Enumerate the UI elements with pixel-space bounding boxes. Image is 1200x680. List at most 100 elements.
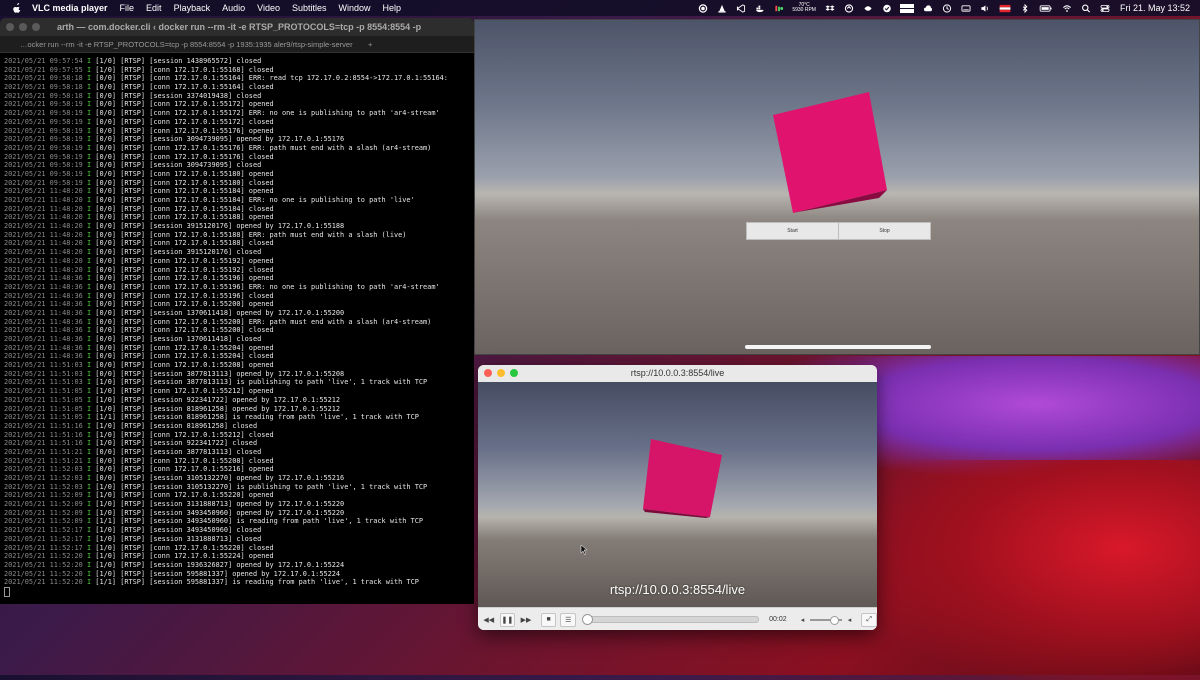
- pause-button[interactable]: ❚❚: [499, 612, 516, 627]
- log-line: 2021/05/21 11:51:16 I [1/0] [RTSP] [conn…: [4, 431, 474, 440]
- vscode-icon[interactable]: [736, 3, 746, 13]
- zoom-button[interactable]: [510, 369, 518, 377]
- volume-knob[interactable]: [829, 615, 839, 625]
- minimize-button[interactable]: [497, 369, 505, 377]
- time-machine-icon[interactable]: [942, 3, 952, 13]
- volume-max-icon[interactable]: ◂: [846, 614, 854, 626]
- vlc-titlebar[interactable]: rtsp://10.0.0.3:8554/live: [478, 365, 877, 383]
- menu-app-name[interactable]: VLC media player: [32, 3, 108, 13]
- vlc-cone-icon[interactable]: [717, 4, 727, 13]
- log-message: [0/0] [RTSP] [conn 172.17.0.1:55164] clo…: [95, 83, 274, 92]
- seek-knob[interactable]: [582, 614, 594, 625]
- log-message: [1/0] [RTSP] [session 595881337] opened …: [95, 569, 341, 578]
- log-level: I: [86, 91, 92, 100]
- log-message: [1/0] [RTSP] [session 3493450960] opened…: [95, 508, 345, 517]
- log-message: [0/0] [RTSP] [conn 172.17.0.1:55200] clo…: [95, 326, 274, 335]
- log-line: 2021/05/21 09:58:19 I [0/0] [RTSP] [sess…: [4, 135, 474, 144]
- log-message: [1/1] [RTSP] [session 595881337] is read…: [95, 578, 419, 587]
- sync-icon[interactable]: [844, 3, 854, 13]
- bluetooth-icon[interactable]: [1020, 3, 1030, 13]
- temperature-fan-readout[interactable]: 70°C 5930 RPM: [792, 3, 816, 13]
- log-line: 2021/05/21 11:51:03 I [1/0] [RTSP] [sess…: [4, 378, 474, 387]
- game-view-window[interactable]: Start Stop: [474, 19, 1200, 355]
- log-line: 2021/05/21 11:48:20 I [0/0] [RTSP] [sess…: [4, 222, 474, 231]
- stop-button[interactable]: Stop: [838, 222, 931, 240]
- log-timestamp: 2021/05/21 11:48:36: [4, 308, 83, 317]
- log-level: I: [86, 578, 92, 587]
- fullscreen-button[interactable]: ⤢: [861, 612, 877, 627]
- menu-edit[interactable]: Edit: [146, 3, 162, 13]
- menu-audio[interactable]: Audio: [222, 3, 245, 13]
- log-level: I: [86, 57, 92, 65]
- log-line: 2021/05/21 11:48:20 I [0/0] [RTSP] [conn…: [4, 257, 474, 266]
- log-message: [0/0] [RTSP] [session 3915120176] opened…: [95, 222, 345, 231]
- stop-button[interactable]: ■: [540, 612, 557, 627]
- wifi-icon[interactable]: [1062, 4, 1072, 13]
- log-message: [0/0] [RTSP] [conn 172.17.0.1:55204] clo…: [95, 352, 274, 361]
- menubar-clock[interactable]: Fri 21. May 13:52: [1120, 3, 1190, 13]
- log-timestamp: 2021/05/21 11:48:36: [4, 282, 83, 291]
- menu-subtitles[interactable]: Subtitles: [292, 3, 327, 13]
- minimize-button[interactable]: [19, 23, 27, 31]
- battery-meter-icon[interactable]: [774, 4, 784, 13]
- video-cube-front-face: [643, 439, 722, 517]
- mute-icon[interactable]: ◂: [799, 614, 807, 626]
- volume-slider[interactable]: [810, 615, 842, 625]
- log-line: 2021/05/21 09:58:19 I [0/0] [RTSP] [conn…: [4, 100, 474, 109]
- control-center-icon[interactable]: [1100, 4, 1110, 13]
- network-icon[interactable]: [863, 4, 873, 13]
- log-message: [1/0] [RTSP] [session 3105132270] is pub…: [95, 482, 428, 491]
- fast-forward-icon[interactable]: ▶▶: [519, 614, 533, 626]
- log-timestamp: 2021/05/21 11:51:16: [4, 439, 83, 448]
- log-timestamp: 2021/05/21 11:51:16: [4, 421, 83, 430]
- log-line: 2021/05/21 09:58:19 I [0/0] [RTSP] [conn…: [4, 118, 474, 127]
- new-tab-button[interactable]: +: [368, 40, 372, 49]
- video-area[interactable]: rtsp://10.0.0.3:8554/live: [478, 382, 877, 607]
- rewind-icon[interactable]: ◀◀: [482, 614, 496, 626]
- close-button[interactable]: [484, 369, 492, 377]
- log-timestamp: 2021/05/21 11:52:03: [4, 474, 83, 482]
- log-message: [0/0] [RTSP] [session 3094739095] closed: [95, 161, 262, 170]
- log-message: [0/0] [RTSP] [conn 172.17.0.1:55184] clo…: [95, 204, 274, 213]
- log-level: I: [86, 274, 92, 283]
- log-level: I: [86, 300, 92, 309]
- docker-icon[interactable]: [755, 4, 765, 13]
- zoom-button[interactable]: [32, 23, 40, 31]
- menu-video[interactable]: Video: [257, 3, 280, 13]
- volume-icon[interactable]: [980, 4, 990, 13]
- spotlight-search-icon[interactable]: [1081, 4, 1091, 13]
- dropbox-icon[interactable]: [825, 4, 835, 13]
- network-stats-readout[interactable]: [899, 3, 914, 13]
- log-line: 2021/05/21 11:51:16 I [1/0] [RTSP] [sess…: [4, 422, 474, 431]
- log-line: 2021/05/21 11:52:20 I [1/0] [RTSP] [sess…: [4, 570, 474, 579]
- log-message: [0/0] [RTSP] [conn 172.17.0.1:55192] clo…: [95, 265, 274, 274]
- cloud-icon[interactable]: [923, 4, 933, 13]
- log-line: 2021/05/21 09:58:19 I [0/0] [RTSP] [conn…: [4, 179, 474, 188]
- terminal-titlebar[interactable]: arth — com.docker.cli ‹ docker run --rm …: [0, 18, 474, 36]
- terminal-output[interactable]: 2021/05/21 09:57:54 I [1/0] [RTSP] [sess…: [0, 53, 474, 597]
- log-message: [1/0] [RTSP] [session 818961258] closed: [95, 421, 258, 430]
- start-button[interactable]: Start: [746, 222, 839, 240]
- prompt-line[interactable]: [4, 586, 474, 597]
- menu-playback[interactable]: Playback: [174, 3, 211, 13]
- log-line: 2021/05/21 11:48:20 I [0/0] [RTSP] [conn…: [4, 266, 474, 275]
- stream-url-overlay: rtsp://10.0.0.3:8554/live: [609, 582, 746, 597]
- close-button[interactable]: [6, 23, 14, 31]
- record-icon[interactable]: [698, 3, 708, 13]
- log-timestamp: 2021/05/21 11:48:20: [4, 265, 83, 274]
- log-level: I: [86, 117, 92, 126]
- battery-icon[interactable]: [1039, 4, 1053, 13]
- apple-icon[interactable]: [12, 3, 22, 13]
- keyboard-icon[interactable]: [961, 4, 971, 13]
- menu-file[interactable]: File: [120, 3, 135, 13]
- playlist-button[interactable]: ☰: [560, 612, 577, 627]
- elapsed-time: 00:02: [769, 616, 787, 623]
- terminal-tab[interactable]: …ocker run --rm -it -e RTSP_PROTOCOLS=tc…: [20, 40, 360, 49]
- menu-help[interactable]: Help: [383, 3, 402, 13]
- check-circle-icon[interactable]: [882, 4, 892, 13]
- menu-window[interactable]: Window: [339, 3, 371, 13]
- log-level: I: [86, 126, 92, 135]
- input-source-flag-icon[interactable]: [999, 4, 1011, 13]
- seek-bar[interactable]: [582, 614, 760, 625]
- log-message: [1/0] [RTSP] [session 3877813113] is pub…: [95, 378, 428, 387]
